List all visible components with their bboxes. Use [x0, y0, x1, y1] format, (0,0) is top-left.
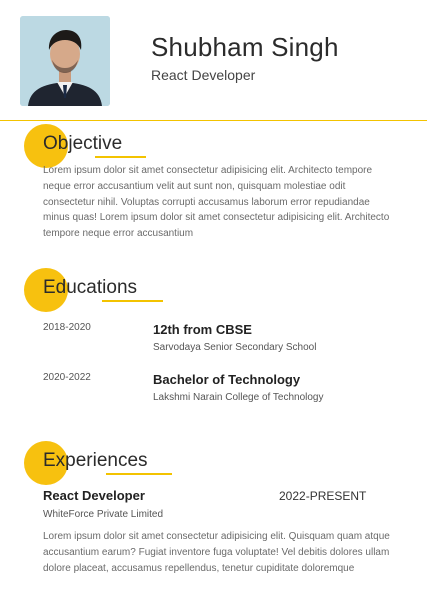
candidate-role: React Developer — [151, 67, 256, 83]
education-years: 2018-2020 — [43, 322, 91, 333]
educations-heading: Educations — [43, 277, 138, 298]
header-divider — [0, 120, 427, 121]
objective-underline — [95, 156, 146, 158]
experience-company: WhiteForce Private Limited — [43, 509, 164, 520]
candidate-name: Shubham Singh — [151, 32, 339, 62]
experience-period: 2022-PRESENT — [279, 489, 367, 503]
education-degree: Bachelor of Technology — [153, 372, 301, 387]
educations-underline — [102, 300, 163, 302]
profile-photo — [20, 16, 110, 106]
education-school: Lakshmi Narain College of Technology — [153, 392, 324, 403]
education-years: 2020-2022 — [43, 372, 91, 383]
education-school: Sarvodaya Senior Secondary School — [153, 342, 317, 353]
experience-role: React Developer — [43, 488, 145, 503]
avatar-illustration — [20, 16, 110, 106]
experience-description: Lorem ipsum dolor sit amet consectetur a… — [43, 531, 390, 574]
objective-text: Lorem ipsum dolor sit amet consectetur a… — [43, 165, 390, 240]
experiences-underline — [106, 473, 172, 475]
experiences-heading: Experiences — [43, 450, 148, 471]
education-degree: 12th from CBSE — [153, 322, 252, 337]
objective-heading: Objective — [43, 133, 123, 154]
